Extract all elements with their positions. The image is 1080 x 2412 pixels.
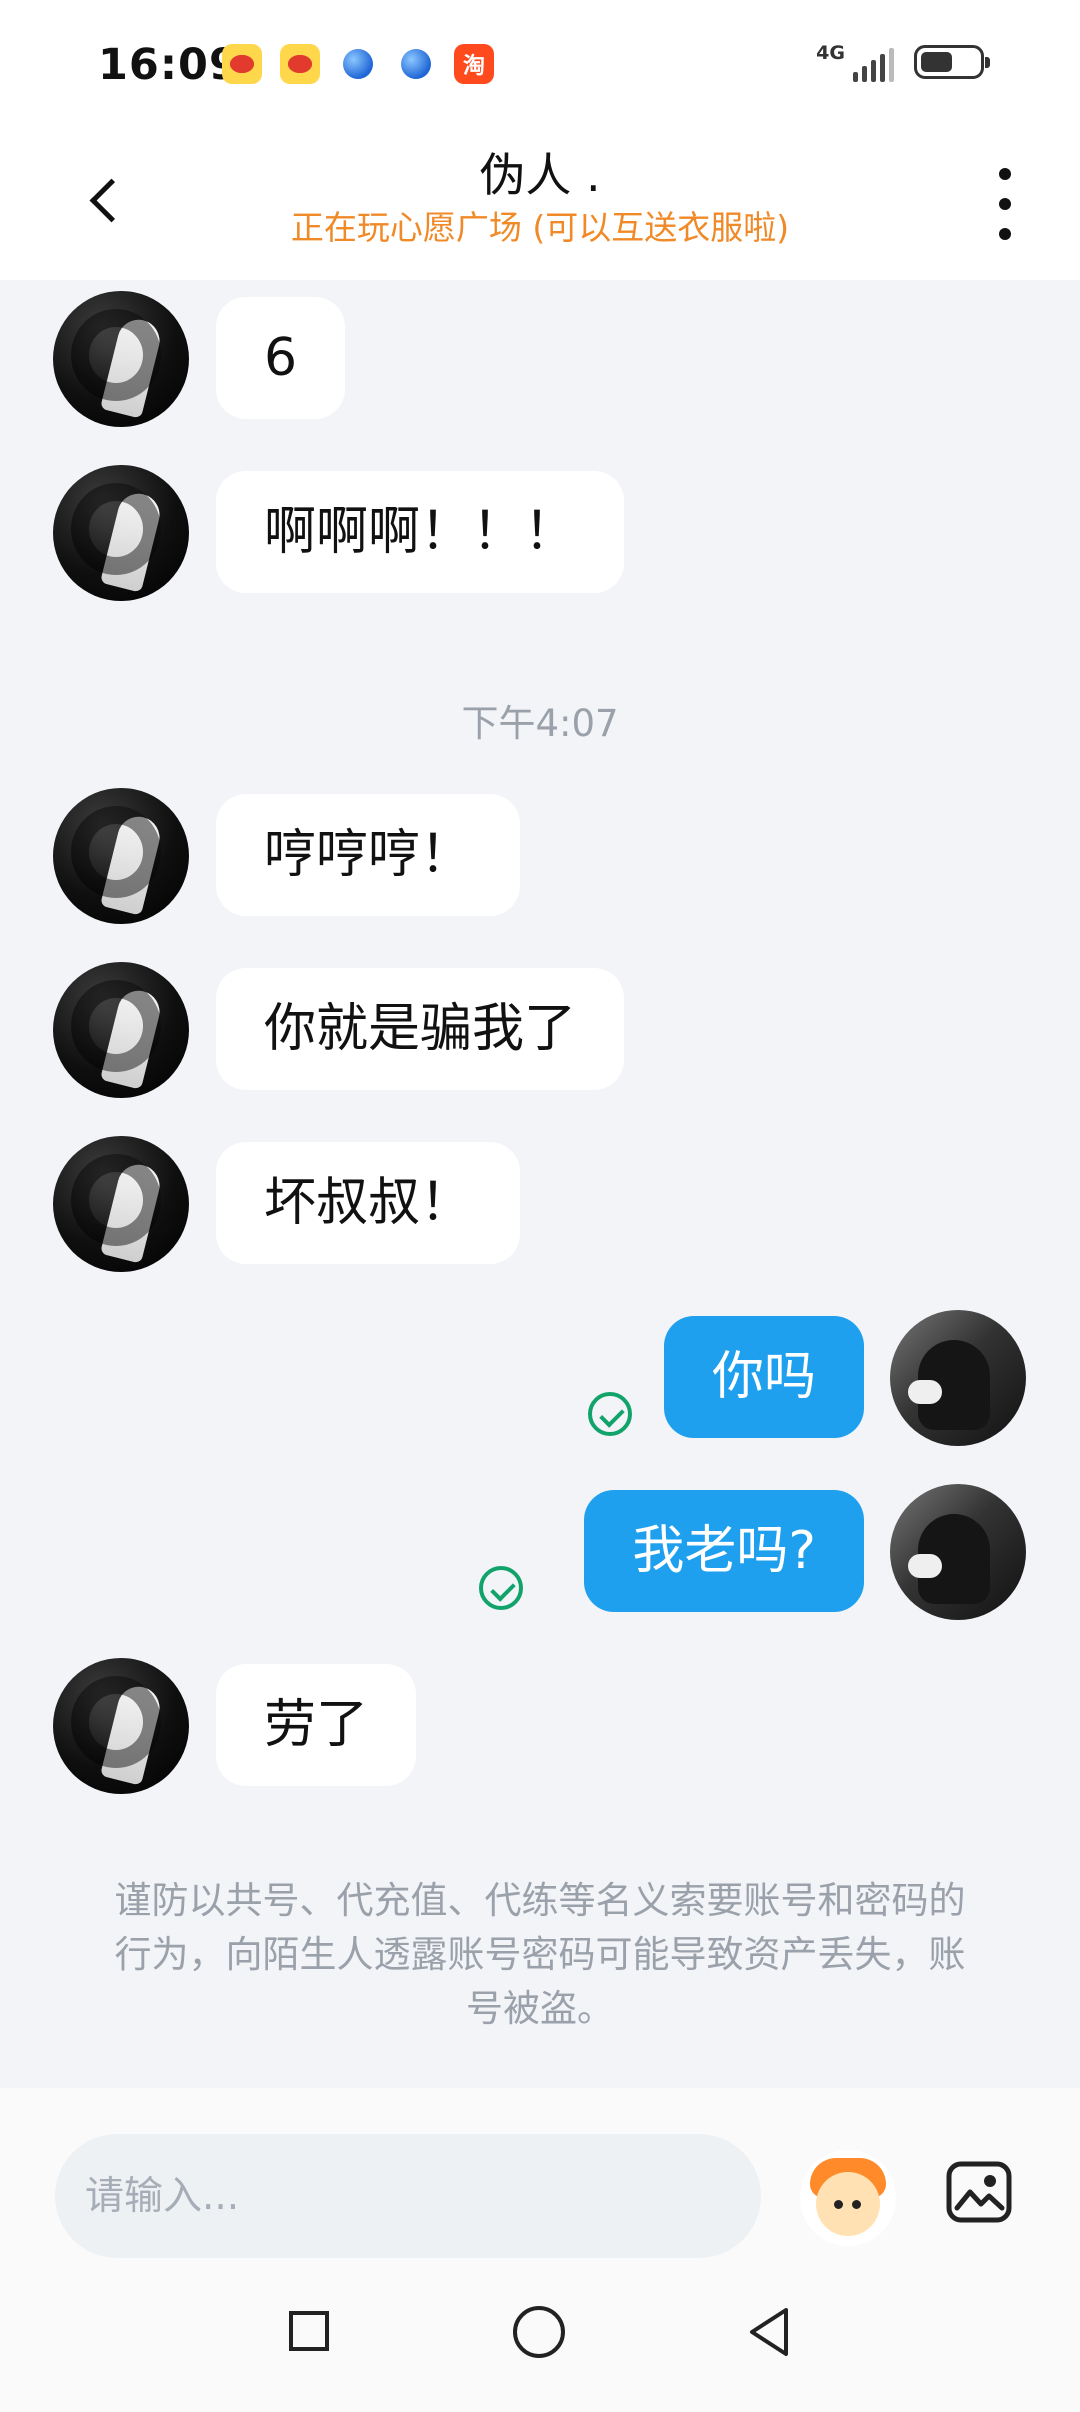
contact-avatar[interactable]	[53, 291, 189, 427]
image-icon-mountain	[954, 2189, 1005, 2211]
chat-history[interactable]: 6 啊啊啊！！！ 下午4:07 哼哼哼！ 你就是骗我了 坏叔叔！ 你吗 我老吗?…	[0, 280, 1080, 2088]
message-timestamp: 下午4:07	[461, 702, 619, 745]
title-area: 伪人 . 正在玩心愿广场 (可以互送衣服啦)	[200, 144, 880, 250]
navigation-bar	[0, 2284, 1080, 2412]
contact-avatar[interactable]	[53, 465, 189, 601]
home-button[interactable]	[513, 2306, 565, 2358]
emoji-button[interactable]	[800, 2150, 896, 2246]
signal-bar	[871, 60, 876, 82]
emoji-icon	[816, 2172, 880, 2236]
security-warning: 谨防以共号、代充值、代练等名义索要账号和密码的行为，向陌生人透露账号密码可能导致…	[114, 1879, 966, 2030]
notification-icons: 淘	[222, 44, 494, 84]
more-vertical-icon	[999, 168, 1011, 180]
image-button[interactable]	[943, 2156, 1015, 2228]
check-circle-icon	[588, 1392, 632, 1436]
contact-avatar[interactable]	[53, 788, 189, 924]
signal-icon: 4G	[816, 42, 894, 82]
back-triangle-icon	[750, 2308, 788, 2356]
weibo-icon-2	[280, 44, 320, 84]
chat-subtitle: 正在玩心愿广场 (可以互送衣服啦)	[290, 208, 790, 247]
more-vertical-icon-dot-2	[999, 228, 1011, 240]
emoji-icon-eye-right	[852, 2200, 861, 2209]
input-area	[0, 2088, 1080, 2284]
incoming-message-bubble[interactable]: 6	[216, 297, 346, 419]
incoming-message-bubble[interactable]: 你就是骗我了	[216, 968, 625, 1090]
signal-bar	[862, 66, 867, 82]
signal-bar	[853, 72, 858, 82]
signal-bar	[889, 48, 894, 82]
my-avatar[interactable]	[890, 1484, 1026, 1620]
image-icon-sun	[984, 2175, 996, 2187]
image-icon	[946, 2161, 1012, 2223]
browser-icon	[338, 44, 378, 84]
outgoing-message-bubble[interactable]: 我老吗?	[584, 1490, 864, 1612]
taobao-icon: 淘	[454, 44, 494, 84]
nav-back-button[interactable]	[746, 2306, 792, 2358]
check-circle-icon	[479, 1566, 523, 1610]
status-bar: 16:09 淘 4G	[0, 0, 1080, 130]
browser-icon-2	[396, 44, 436, 84]
status-right-group: 4G	[816, 42, 990, 82]
contact-avatar[interactable]	[53, 1136, 189, 1272]
signal-bar	[880, 54, 885, 82]
chat-header: 伪人 . 正在玩心愿广场 (可以互送衣服啦)	[0, 130, 1080, 280]
back-button[interactable]	[70, 160, 140, 240]
message-input[interactable]	[55, 2134, 761, 2258]
incoming-message-bubble[interactable]: 坏叔叔！	[216, 1142, 521, 1264]
outgoing-message-bubble[interactable]: 你吗	[663, 1316, 864, 1438]
incoming-message-bubble[interactable]: 哼哼哼！	[216, 794, 521, 916]
chat-title: 伪人 .	[479, 148, 601, 202]
my-avatar[interactable]	[890, 1310, 1026, 1446]
more-vertical-icon-dot	[999, 198, 1011, 210]
weibo-icon	[222, 44, 262, 84]
incoming-message-bubble[interactable]: 劳了	[216, 1664, 417, 1786]
more-options-button[interactable]	[990, 168, 1020, 240]
status-time: 16:09	[98, 40, 240, 90]
contact-avatar[interactable]	[53, 962, 189, 1098]
battery-fill	[921, 52, 952, 72]
network-type: 4G	[816, 42, 845, 64]
recent-apps-button[interactable]	[289, 2311, 329, 2351]
battery-icon	[914, 45, 990, 79]
contact-avatar[interactable]	[53, 1658, 189, 1794]
emoji-icon-eye-left	[834, 2200, 843, 2209]
incoming-message-bubble[interactable]: 啊啊啊！！！	[216, 471, 625, 593]
